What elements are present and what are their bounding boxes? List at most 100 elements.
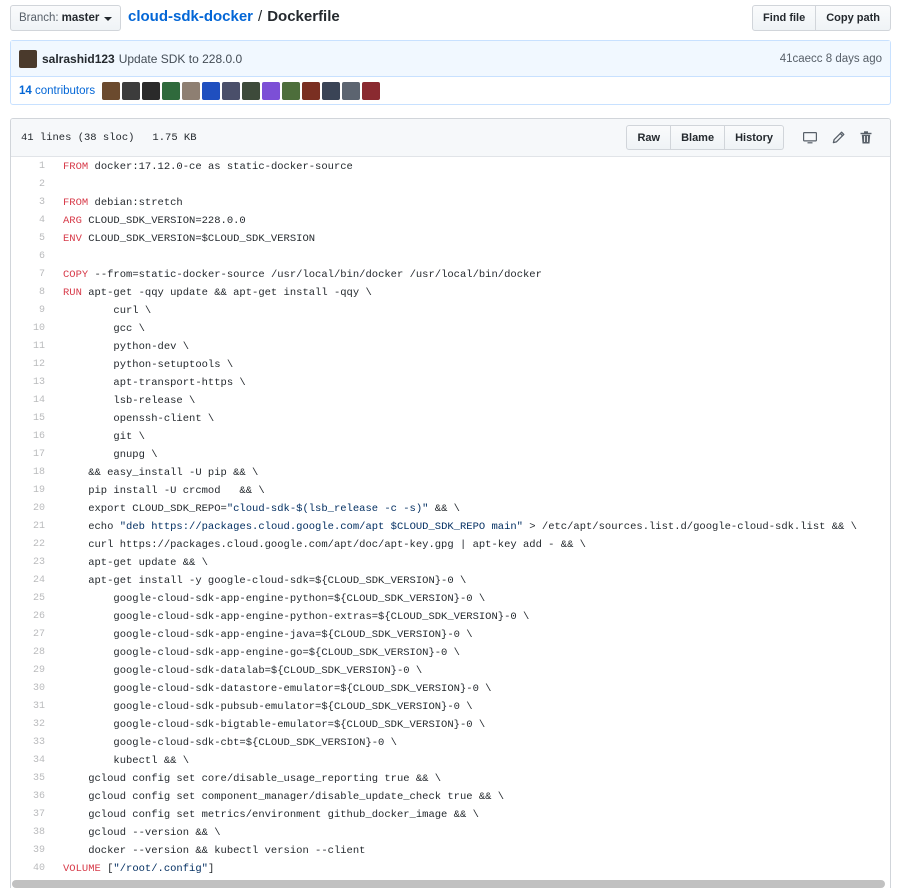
code-line: 10 gcc \ (11, 320, 890, 338)
code-line: 15 openssh-client \ (11, 410, 890, 428)
line-number[interactable]: 34 (11, 752, 46, 770)
line-number[interactable]: 28 (11, 644, 46, 662)
line-number[interactable]: 10 (11, 320, 46, 338)
commit-sha-link[interactable]: 41caecc (780, 53, 823, 65)
commit-message-link[interactable]: Update SDK to 228.0.0 (119, 52, 242, 66)
line-number[interactable]: 15 (11, 410, 46, 428)
file-box: 41 lines (38 sloc) 1.75 KB Raw Blame Hist… (10, 118, 891, 888)
contributor-avatar[interactable] (102, 82, 121, 100)
commit-author-link[interactable]: salrashid123 (42, 52, 115, 66)
line-number[interactable]: 25 (11, 590, 46, 608)
raw-button[interactable]: Raw (626, 125, 672, 150)
code-text: gcloud config set metrics/environment gi… (63, 809, 479, 821)
contributor-avatar[interactable] (202, 82, 221, 100)
line-number[interactable]: 13 (11, 374, 46, 392)
contributor-avatar[interactable] (362, 82, 381, 100)
trash-icon[interactable] (852, 125, 880, 150)
contributors-row: 14 contributors (11, 77, 890, 105)
line-number[interactable]: 40 (11, 860, 46, 878)
file-actions: Raw Blame History (626, 125, 880, 150)
code-line: 32 google-cloud-sdk-bigtable-emulator=${… (11, 716, 890, 734)
line-number[interactable]: 12 (11, 356, 46, 374)
desktop-icon[interactable] (796, 125, 824, 150)
line-number[interactable]: 11 (11, 338, 46, 356)
contributor-avatar[interactable] (262, 82, 281, 100)
history-button[interactable]: History (725, 125, 784, 150)
code-text: lsb-release \ (63, 395, 196, 407)
contributor-avatar[interactable] (322, 82, 341, 100)
line-number[interactable]: 6 (11, 248, 46, 266)
code-line: 7 COPY --from=static-docker-source /usr/l… (11, 266, 890, 284)
line-number[interactable]: 8 (11, 284, 46, 302)
line-content: google-cloud-sdk-app-engine-python-extra… (46, 608, 890, 626)
contributors-link[interactable]: 14 contributors (19, 85, 95, 97)
line-number[interactable]: 17 (11, 446, 46, 464)
line-number[interactable]: 26 (11, 608, 46, 626)
line-number[interactable]: 20 (11, 500, 46, 518)
code-text: google-cloud-sdk-app-engine-java=${CLOUD… (63, 629, 473, 641)
line-number[interactable]: 22 (11, 536, 46, 554)
code-line: 4 ARG CLOUD_SDK_VERSION=228.0.0 (11, 212, 890, 230)
line-number[interactable]: 3 (11, 194, 46, 212)
keyword-token: COPY (63, 269, 89, 281)
line-number[interactable]: 9 (11, 302, 46, 320)
code-text: google-cloud-sdk-pubsub-emulator=${CLOUD… (63, 701, 473, 713)
contributor-avatar[interactable] (342, 82, 361, 100)
line-number[interactable]: 7 (11, 266, 46, 284)
copy-path-button[interactable]: Copy path (816, 5, 891, 31)
contributor-avatar[interactable] (122, 82, 141, 100)
code-view: 1 FROM docker:17.12.0-ce as static-docker… (11, 157, 890, 878)
contributor-avatar[interactable] (182, 82, 201, 100)
code-line: 6 (11, 248, 890, 266)
keyword-token: ENV (63, 233, 82, 245)
line-number[interactable]: 31 (11, 698, 46, 716)
line-number[interactable]: 27 (11, 626, 46, 644)
code-line: 14 lsb-release \ (11, 392, 890, 410)
code-text-tail: && \ (428, 503, 460, 515)
contributor-avatar[interactable] (142, 82, 161, 100)
line-number[interactable]: 32 (11, 716, 46, 734)
branch-select-button[interactable]: Branch: master (10, 5, 122, 31)
keyword-token: FROM (63, 161, 89, 173)
pencil-icon[interactable] (824, 125, 852, 150)
line-number[interactable]: 16 (11, 428, 46, 446)
contributor-avatar[interactable] (282, 82, 301, 100)
author-avatar[interactable] (19, 49, 37, 68)
line-content: kubectl && \ (46, 752, 890, 770)
line-number[interactable]: 35 (11, 770, 46, 788)
find-file-button[interactable]: Find file (752, 5, 817, 31)
line-number[interactable]: 19 (11, 482, 46, 500)
line-number[interactable]: 1 (11, 158, 46, 176)
line-number[interactable]: 2 (11, 176, 46, 194)
code-text: curl \ (63, 305, 152, 317)
code-line: 24 apt-get install -y google-cloud-sdk=$… (11, 572, 890, 590)
line-number[interactable]: 37 (11, 806, 46, 824)
horizontal-scrollbar[interactable] (12, 880, 885, 888)
line-number[interactable]: 4 (11, 212, 46, 230)
line-number[interactable]: 33 (11, 734, 46, 752)
line-number[interactable]: 18 (11, 464, 46, 482)
code-text: && easy_install -U pip && \ (63, 467, 259, 479)
line-number[interactable]: 23 (11, 554, 46, 572)
line-number[interactable]: 39 (11, 842, 46, 860)
line-content: git \ (46, 428, 890, 446)
line-number[interactable]: 38 (11, 824, 46, 842)
contributor-avatar[interactable] (302, 82, 321, 100)
breadcrumb-repo-link[interactable]: cloud-sdk-docker (128, 8, 253, 25)
line-number[interactable]: 14 (11, 392, 46, 410)
contributor-avatar[interactable] (162, 82, 181, 100)
breadcrumb: cloud-sdk-docker / Dockerfile (128, 8, 340, 25)
line-number[interactable]: 24 (11, 572, 46, 590)
blame-button[interactable]: Blame (671, 125, 726, 150)
line-number[interactable]: 5 (11, 230, 46, 248)
code-line: 40 VOLUME ["/root/.config"] (11, 860, 890, 878)
line-number[interactable]: 29 (11, 662, 46, 680)
code-text: google-cloud-sdk-app-engine-python=${CLO… (63, 593, 486, 605)
line-number[interactable]: 30 (11, 680, 46, 698)
line-content: FROM debian:stretch (46, 194, 890, 212)
line-number[interactable]: 21 (11, 518, 46, 536)
line-number[interactable]: 36 (11, 788, 46, 806)
code-line: 25 google-cloud-sdk-app-engine-python=${… (11, 590, 890, 608)
contributor-avatar[interactable] (222, 82, 241, 100)
contributor-avatar[interactable] (242, 82, 261, 100)
